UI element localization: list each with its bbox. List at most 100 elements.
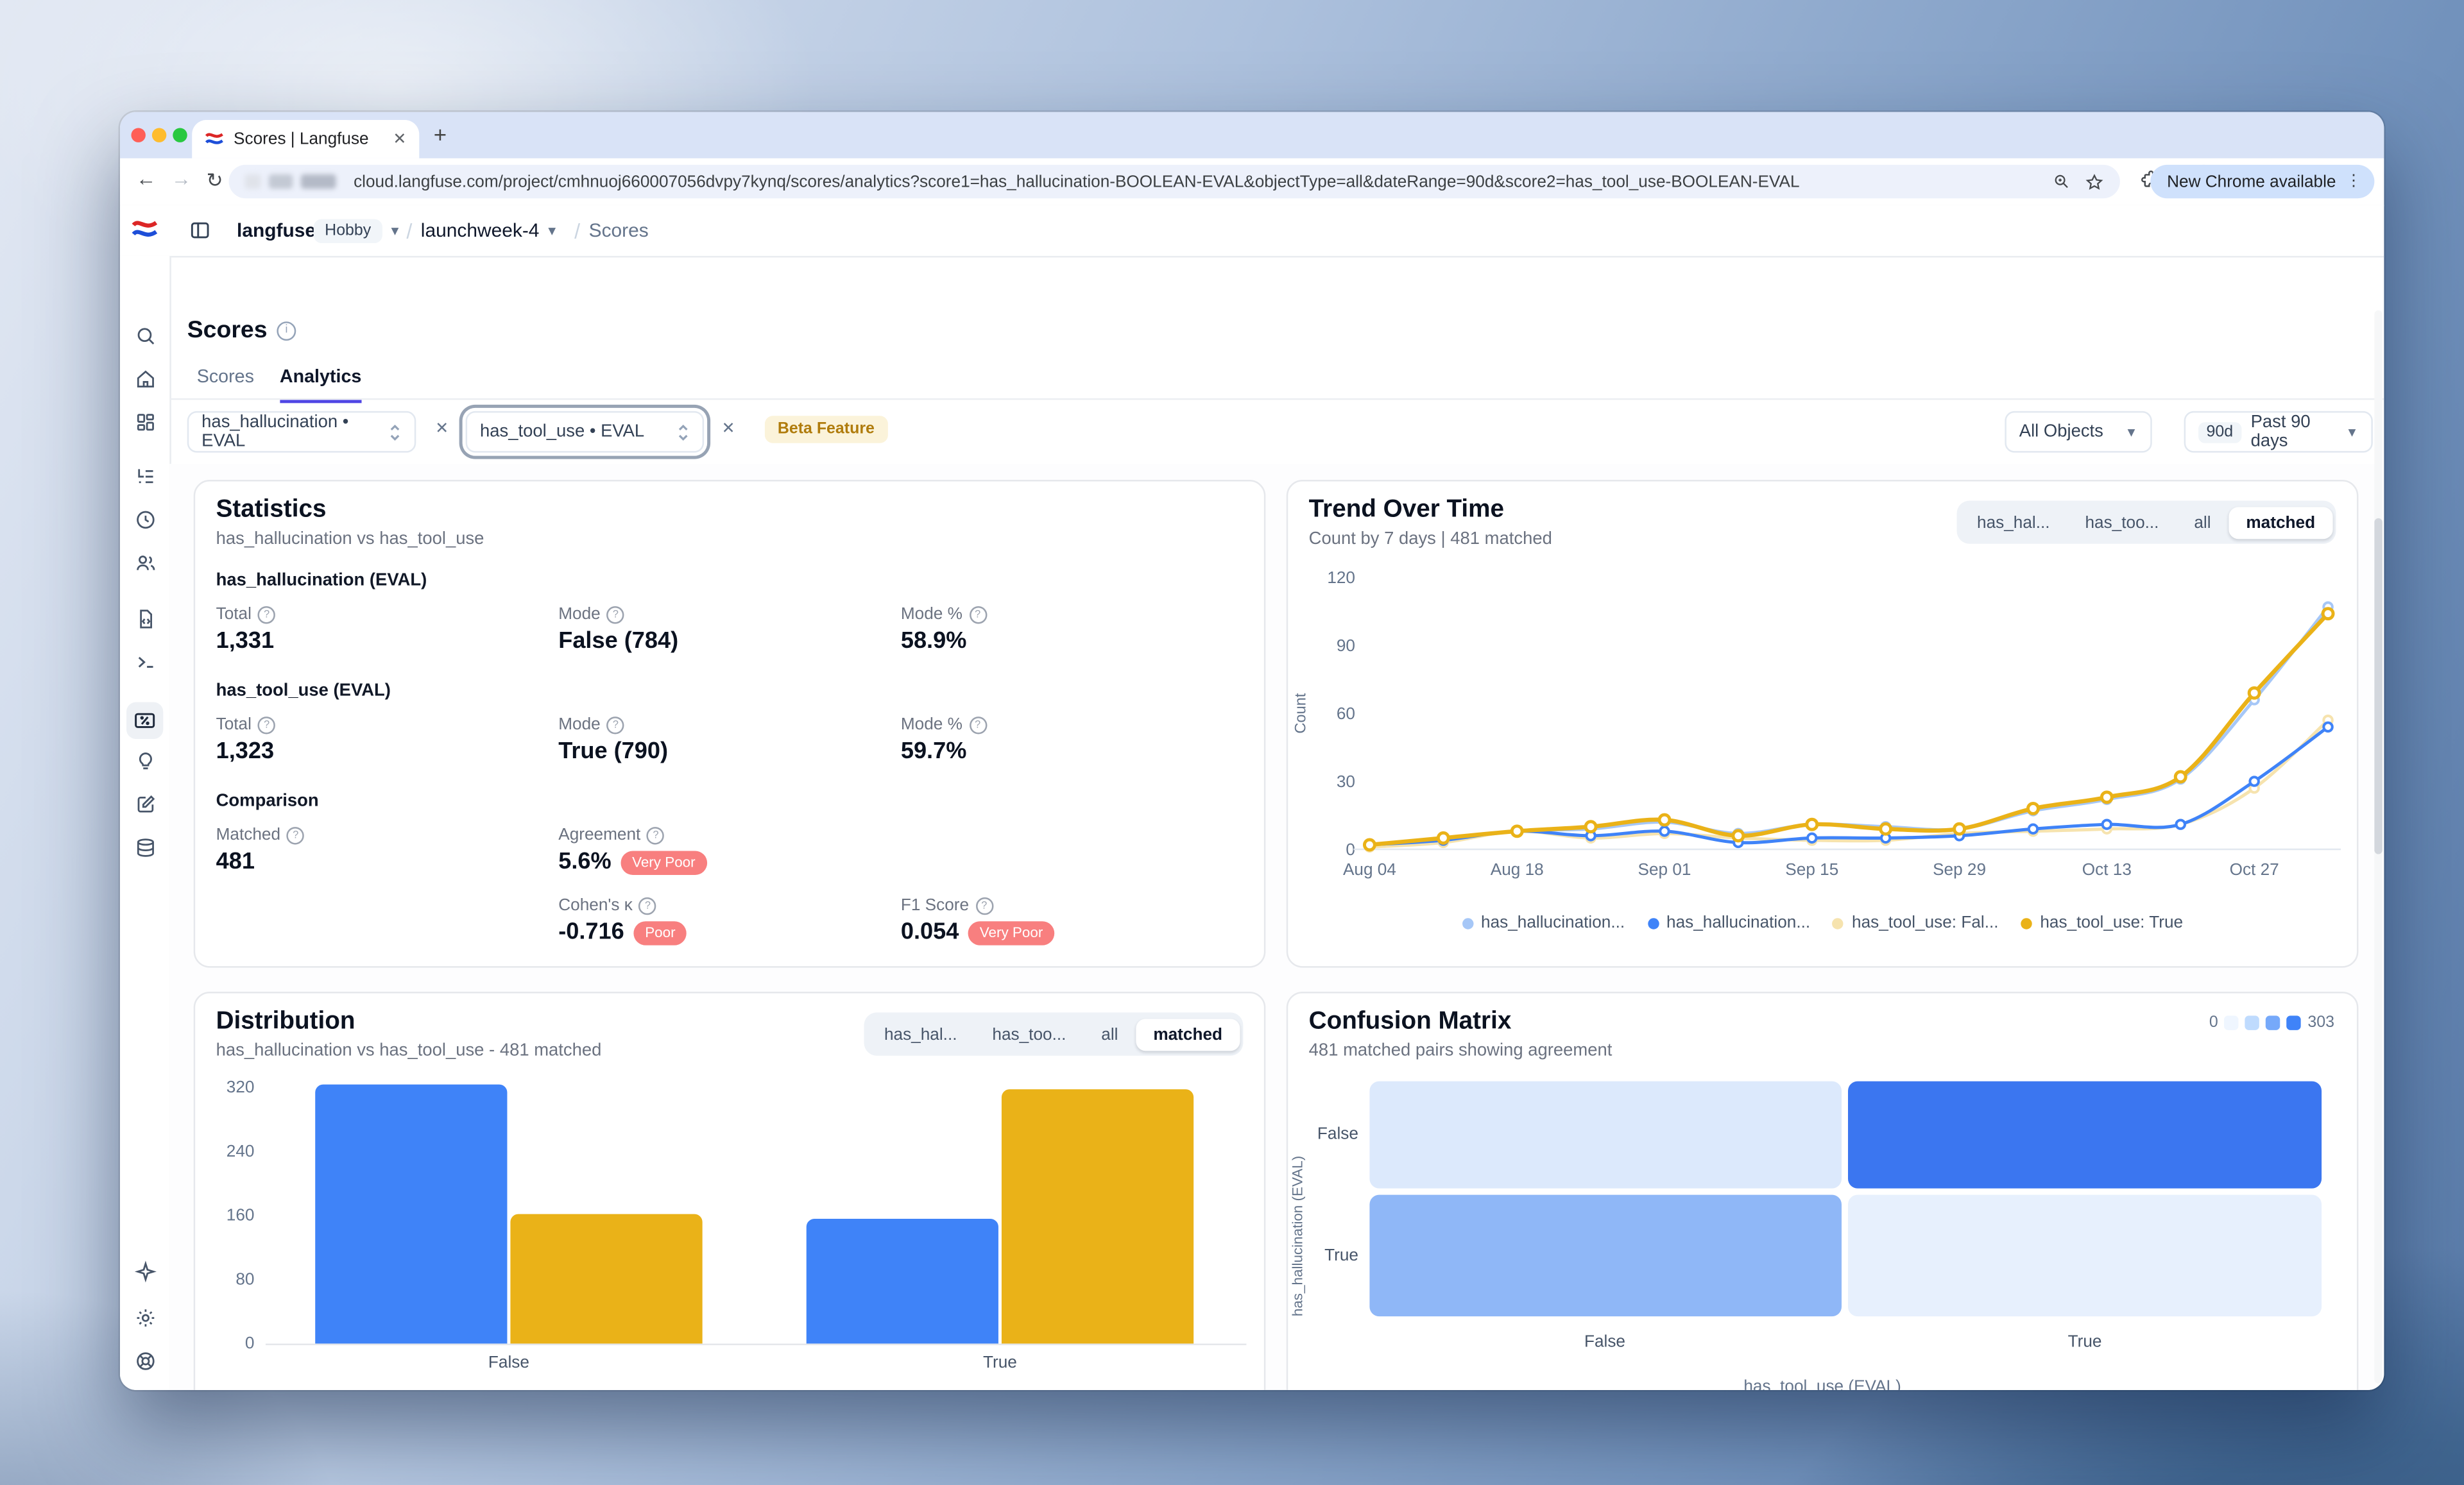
- help-icon[interactable]: ?: [969, 606, 986, 623]
- stat-total-1: Total? 1,331: [216, 605, 559, 654]
- new-chrome-available-button[interactable]: New Chrome available ⋮: [2151, 165, 2374, 198]
- help-icon[interactable]: ?: [647, 826, 664, 844]
- legend-item[interactable]: has_hallucination...: [1647, 913, 1810, 933]
- url-bar[interactable]: cloud.langfuse.com/project/cmhnuoj660007…: [229, 165, 2120, 198]
- scale-swatch: [2225, 1015, 2239, 1030]
- bar-has_hallucination-False[interactable]: [315, 1083, 507, 1343]
- help-icon[interactable]: ?: [969, 716, 986, 733]
- zoom-page-icon[interactable]: [2053, 173, 2070, 190]
- score1-select[interactable]: has_hallucination • EVAL: [187, 411, 416, 453]
- annotation-icon[interactable]: [133, 792, 157, 815]
- help-icon[interactable]: ?: [287, 826, 304, 844]
- trend-legend: has_hallucination... has_hallucination..…: [1288, 913, 2357, 933]
- score1-label: has_hallucination • EVAL: [201, 412, 389, 451]
- statistics-title: Statistics: [216, 496, 327, 525]
- stat-modepct-1: Mode %? 58.9%: [901, 605, 1244, 654]
- legend-item[interactable]: has_tool_use: True: [2021, 913, 2183, 933]
- langfuse-logo-icon[interactable]: [131, 216, 158, 243]
- cell-false-true[interactable]: [1848, 1082, 2322, 1189]
- score2-select[interactable]: has_tool_use • EVAL: [466, 411, 705, 453]
- support-lifebuoy-icon[interactable]: [133, 1348, 157, 1372]
- breadcrumb-page[interactable]: Scores: [589, 205, 649, 256]
- date-badge: 90d: [2198, 421, 2241, 442]
- plan-badge: Hobby: [314, 218, 382, 242]
- close-window-button[interactable]: [130, 128, 144, 142]
- stat-label: Mode: [558, 715, 600, 734]
- prompts-icon[interactable]: [133, 606, 157, 630]
- evaluation-lightbulb-icon[interactable]: [133, 749, 157, 772]
- color-scale: 0 303: [2209, 1014, 2334, 1031]
- breadcrumb-slash: /: [395, 205, 424, 256]
- remove-score2-icon[interactable]: ✕: [722, 421, 735, 438]
- main-content: Scores i Scores Analytics has_hallucinat…: [169, 256, 2384, 1390]
- settings-gear-icon[interactable]: [133, 1305, 157, 1329]
- info-icon[interactable]: i: [277, 321, 296, 340]
- scores-icon[interactable]: [126, 702, 163, 739]
- home-icon[interactable]: [133, 366, 157, 390]
- help-icon[interactable]: ?: [607, 716, 624, 733]
- browser-tab[interactable]: Scores | Langfuse ✕: [192, 120, 419, 158]
- date-range-label: Past 90 days: [2251, 412, 2330, 451]
- stat-label: Total: [216, 715, 252, 734]
- datasets-database-icon[interactable]: [133, 835, 157, 859]
- scrollbar[interactable]: [2374, 310, 2382, 1384]
- cell-true-true[interactable]: [1848, 1195, 2322, 1317]
- remove-score1-icon[interactable]: ✕: [435, 421, 449, 438]
- scrollbar-thumb[interactable]: [2374, 518, 2382, 854]
- chevron-down-icon[interactable]: ▼: [545, 223, 558, 237]
- help-icon[interactable]: ?: [639, 897, 656, 914]
- help-icon[interactable]: ?: [258, 606, 275, 623]
- filter-row: has_hallucination • EVAL ✕ has_tool_use …: [169, 400, 2384, 464]
- sidebar-toggle-icon[interactable]: [189, 219, 211, 242]
- confusion-subtitle: 481 matched pairs showing agreement: [1309, 1041, 1613, 1060]
- tracing-icon[interactable]: [133, 464, 157, 488]
- search-icon[interactable]: [133, 323, 157, 347]
- users-icon[interactable]: [133, 550, 157, 574]
- col-label-true: True: [1989, 1332, 2180, 1352]
- zoom-window-button[interactable]: [172, 128, 186, 142]
- legend-item[interactable]: has_hallucination...: [1462, 913, 1625, 933]
- stat-value: 5.6%: [558, 849, 611, 875]
- rating-badge: Poor: [634, 921, 687, 944]
- legend-dot: [1462, 917, 1473, 928]
- breadcrumb-org[interactable]: langfuse: [237, 205, 316, 256]
- tab-close-icon[interactable]: ✕: [393, 130, 406, 148]
- trend-tab-all[interactable]: all: [2177, 506, 2229, 538]
- scale-min: 0: [2209, 1014, 2218, 1031]
- stat-value: 59.7%: [901, 739, 1244, 765]
- help-icon[interactable]: ?: [975, 897, 993, 914]
- stat-value: 1,323: [216, 739, 559, 765]
- trend-tab-matched[interactable]: matched: [2229, 506, 2333, 538]
- cell-true-false[interactable]: [1369, 1195, 1842, 1317]
- upgrade-sparkle-icon[interactable]: [133, 1259, 157, 1282]
- new-tab-button[interactable]: +: [434, 122, 447, 148]
- kebab-menu-icon[interactable]: ⋮: [2345, 173, 2361, 190]
- playground-terminal-icon[interactable]: [133, 649, 157, 673]
- cell-false-false[interactable]: [1369, 1082, 1842, 1189]
- help-icon[interactable]: ?: [607, 606, 624, 623]
- back-icon[interactable]: ←: [136, 168, 156, 191]
- breadcrumb-project[interactable]: launchweek-4 ▼: [421, 205, 558, 256]
- sessions-clock-icon[interactable]: [133, 507, 157, 530]
- bar-has_tool_use-False[interactable]: [510, 1214, 702, 1344]
- bar-has_hallucination-True[interactable]: [807, 1219, 998, 1343]
- dashboard-icon[interactable]: [133, 409, 157, 433]
- legend-label: has_hallucination...: [1481, 913, 1625, 933]
- section-heading: has_hallucination (EVAL): [216, 571, 1244, 590]
- stat-value: 58.9%: [901, 629, 1244, 654]
- trend-tab-score2[interactable]: has_too...: [2067, 506, 2177, 538]
- bookmark-star-icon[interactable]: [2085, 172, 2104, 191]
- legend-item[interactable]: has_tool_use: Fal...: [1833, 913, 1998, 933]
- tab-title: Scores | Langfuse: [234, 130, 383, 149]
- trend-tab-score1[interactable]: has_hal...: [1960, 506, 2067, 538]
- svg-text:Sep 29: Sep 29: [1933, 860, 1986, 879]
- reload-icon[interactable]: ↻: [207, 168, 223, 192]
- minimize-window-button[interactable]: [151, 128, 166, 142]
- statistics-card: Statistics has_hallucination vs has_tool…: [194, 480, 1266, 968]
- date-range-select[interactable]: 90d Past 90 days ▼: [2184, 411, 2373, 453]
- stat-agreement: Agreement? 5.6%Very Poor: [558, 826, 901, 875]
- forward-icon[interactable]: →: [171, 168, 191, 191]
- bar-has_tool_use-True[interactable]: [1002, 1089, 1194, 1344]
- help-icon[interactable]: ?: [258, 716, 275, 733]
- object-filter-select[interactable]: All Objects ▼: [2005, 411, 2152, 453]
